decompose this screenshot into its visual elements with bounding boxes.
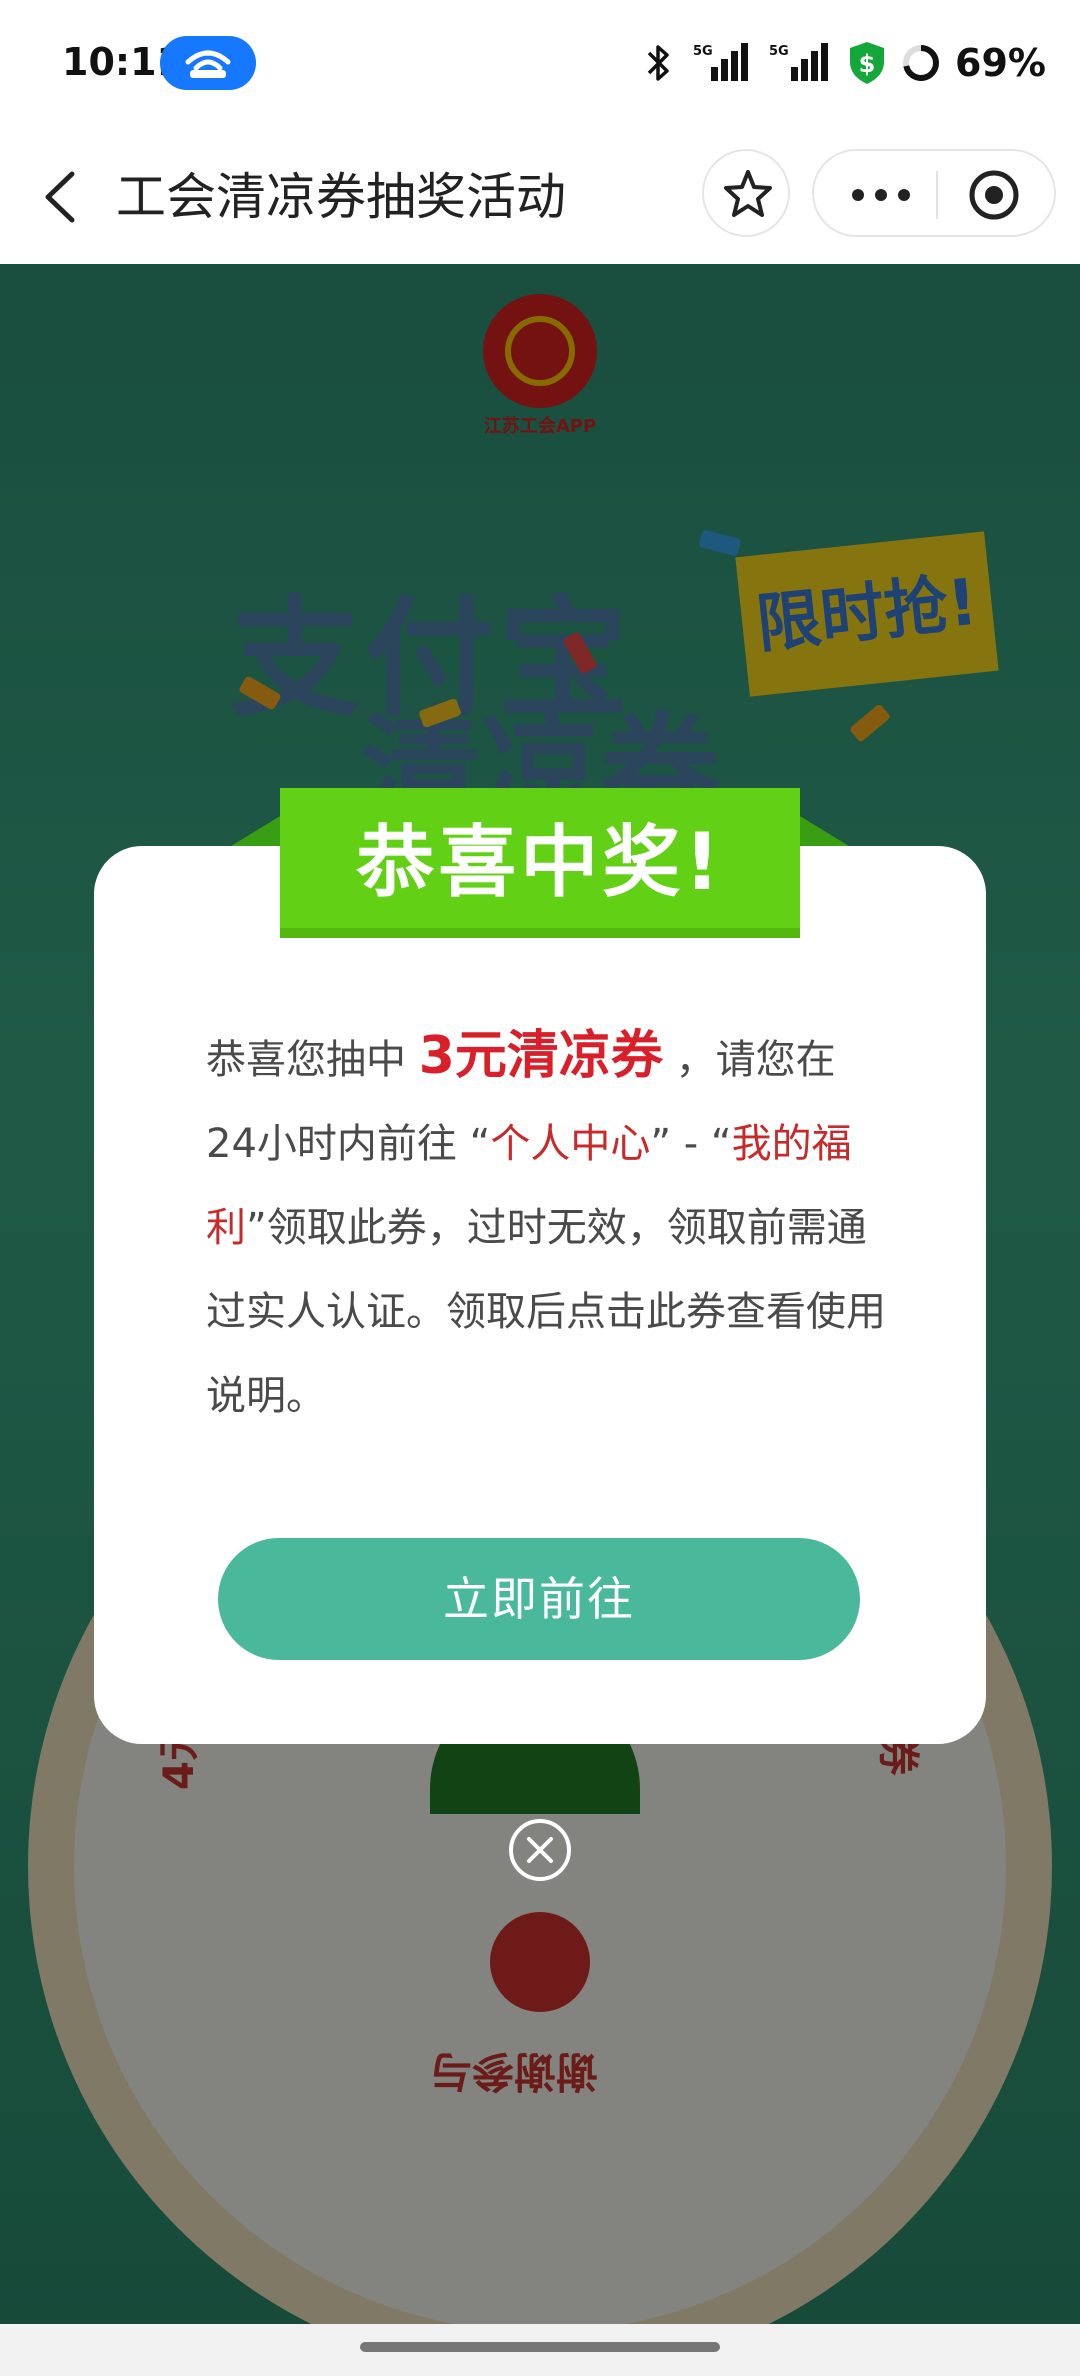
hotspot-icon bbox=[185, 50, 231, 78]
status-icons: 5G 5G $ 69% bbox=[645, 38, 1046, 88]
bluetooth-icon bbox=[647, 45, 669, 81]
gesture-bar-area bbox=[0, 2324, 1080, 2376]
nav-bar: 工会清凉券抽奖活动 bbox=[0, 130, 1080, 264]
personal-center-link: 个人中心 bbox=[490, 1121, 651, 1167]
prize-name: 3元清凉券 bbox=[418, 1026, 663, 1086]
back-icon[interactable] bbox=[32, 160, 92, 234]
capsule-divider bbox=[936, 171, 938, 219]
mini-program-capsule bbox=[812, 149, 1056, 237]
congrats-ribbon: 恭喜中奖! bbox=[280, 788, 800, 938]
signal-5g-label-2: 5G bbox=[769, 44, 789, 59]
page-title: 工会清凉券抽奖活动 bbox=[116, 168, 566, 226]
prize-dialog: 恭喜您抽中 3元清凉券 ，请您在24小时内前往 “个人中心” - “我的福利”领… bbox=[94, 846, 986, 1744]
message-mid2: ” - “ bbox=[650, 1121, 732, 1167]
close-icon[interactable] bbox=[506, 1816, 574, 1884]
battery-percent: 69% bbox=[955, 41, 1046, 85]
status-bar: 10:11 5G 5G $ 69% bbox=[0, 0, 1080, 130]
svg-text:$: $ bbox=[859, 50, 876, 78]
prize-message: 恭喜您抽中 3元清凉券 ，请您在24小时内前往 “个人中心” - “我的福利”领… bbox=[206, 1014, 886, 1438]
battery-ring-icon bbox=[903, 45, 940, 81]
message-prefix: 恭喜您抽中 bbox=[206, 1037, 419, 1083]
signal-5g-label: 5G bbox=[693, 44, 713, 59]
signal-5g-icon-2: 5G bbox=[769, 43, 829, 81]
favorite-button[interactable] bbox=[702, 149, 790, 237]
star-icon bbox=[724, 170, 772, 217]
security-shield-icon: $ bbox=[850, 42, 885, 84]
close-miniapp-icon[interactable] bbox=[968, 169, 1020, 221]
home-indicator[interactable] bbox=[360, 2342, 720, 2352]
hotspot-indicator bbox=[160, 36, 256, 90]
message-suffix: ”领取此券，过时无效，领取前需通过实人认证。领取后点击此券查看使用说明。 bbox=[206, 1205, 886, 1419]
more-icon[interactable] bbox=[850, 179, 912, 211]
signal-5g-icon: 5G bbox=[693, 43, 749, 81]
go-now-button[interactable]: 立即前往 bbox=[218, 1538, 860, 1660]
